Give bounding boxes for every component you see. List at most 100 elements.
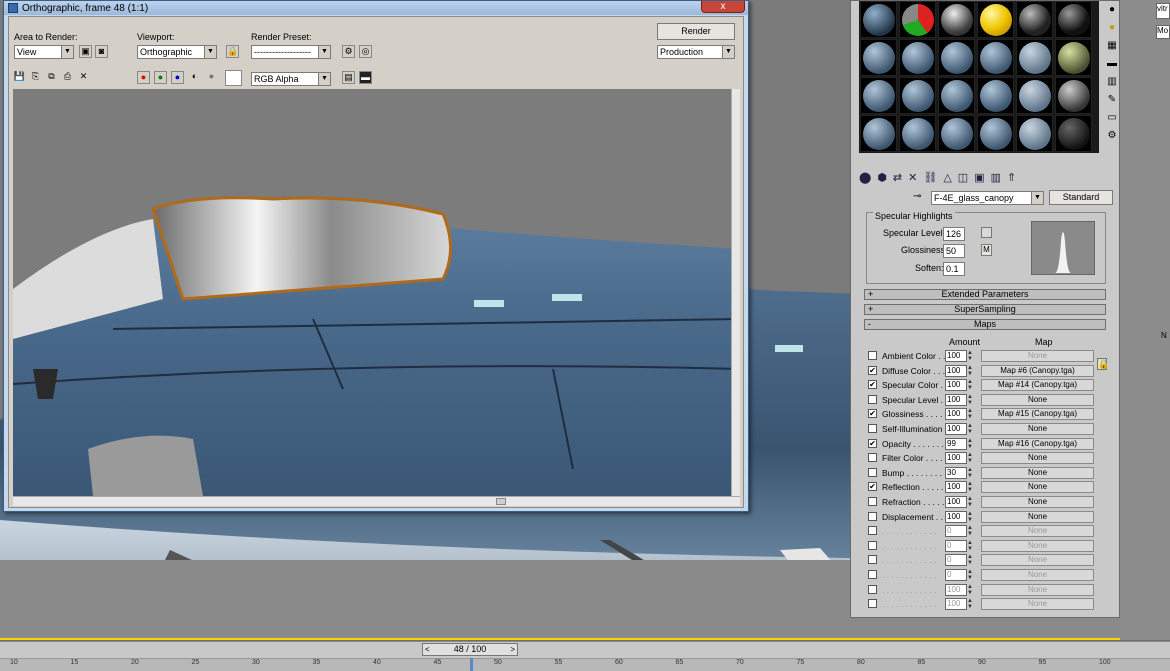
edit-region-icon[interactable]: ▣ [79, 45, 92, 58]
spinner-icon[interactable]: ▲ ▼ [967, 394, 975, 406]
timeline-track[interactable] [0, 658, 1170, 671]
map-button[interactable]: None [981, 539, 1094, 552]
color-swatch-icon[interactable] [225, 70, 242, 86]
sample-slot[interactable] [1058, 80, 1090, 112]
map-button[interactable]: None [981, 496, 1094, 508]
spinner-icon[interactable]: ▲ ▼ [967, 481, 975, 493]
soften-input[interactable]: 0.1 [943, 262, 965, 276]
map-enable-checkbox[interactable]: ✔ [868, 482, 877, 492]
map-enable-checkbox[interactable] [868, 570, 877, 579]
map-enable-checkbox[interactable]: ✔ [868, 365, 877, 375]
map-amount-input[interactable]: 100 [945, 481, 967, 494]
spinner-icon[interactable]: ▲ ▼ [967, 365, 975, 377]
material-id-icon[interactable]: ◫ [958, 172, 974, 184]
horizontal-scrollbar[interactable] [13, 496, 740, 506]
map-button[interactable]: None [981, 452, 1094, 465]
sample-slot[interactable] [980, 80, 1012, 112]
map-amount-input[interactable]: 100 [945, 393, 967, 406]
spinner-icon[interactable]: ▲ ▼ [967, 467, 975, 479]
map-amount-input[interactable]: 100 [945, 510, 967, 523]
map-enable-checkbox[interactable]: ✔ [868, 438, 877, 448]
rollout-supersampling[interactable]: + SuperSampling [864, 304, 1106, 315]
map-enable-checkbox[interactable] [868, 511, 877, 521]
specular-level-map-button[interactable] [981, 227, 992, 238]
vertical-scrollbar[interactable] [731, 89, 740, 496]
spinner-icon[interactable]: ▲ ▼ [967, 408, 975, 420]
rendered-frame-window[interactable]: Orthographic, frame 48 (1:1) x Area to R… [3, 0, 749, 512]
map-button[interactable]: None [981, 423, 1094, 435]
sample-slot[interactable] [980, 4, 1012, 36]
map-button[interactable]: Map #15 (Canopy.tga) [981, 408, 1094, 421]
map-amount-input[interactable]: 100 [945, 423, 967, 435]
map-button[interactable]: None [981, 525, 1094, 538]
spinner-icon[interactable]: ▲ ▼ [967, 584, 975, 596]
options-icon[interactable]: ▭ [1105, 109, 1119, 127]
map-enable-checkbox[interactable] [868, 540, 877, 550]
spinner-icon[interactable]: ▲ ▼ [967, 423, 975, 435]
map-amount-input[interactable]: 100 [945, 379, 967, 392]
map-enable-checkbox[interactable]: ✔ [868, 409, 877, 419]
sample-slot[interactable] [863, 80, 895, 112]
clone-icon[interactable]: ⧉ [45, 71, 58, 84]
blue-channel-icon[interactable]: ● [171, 71, 184, 84]
sample-slot[interactable] [863, 42, 895, 74]
material-type-button[interactable]: Standard [1049, 190, 1113, 205]
map-amount-input[interactable]: 0 [945, 569, 967, 581]
spinner-icon[interactable]: ▲ ▼ [967, 598, 975, 610]
map-button[interactable]: None [981, 554, 1094, 567]
sample-slot[interactable] [863, 118, 895, 150]
timeline[interactable]: < 48 / 100 > 10 15 20 25 30 35 40 45 50 55 60 65 70 7… [0, 641, 1170, 671]
sample-slot[interactable] [941, 42, 973, 74]
time-slider[interactable]: < 48 / 100 > [422, 643, 518, 656]
sample-slot[interactable] [941, 4, 973, 36]
get-material-icon[interactable]: ⬤ [859, 172, 877, 184]
material-nav-icon[interactable]: ⚙ [1105, 127, 1119, 145]
spinner-icon[interactable]: ▲ ▼ [967, 438, 975, 450]
sample-slot[interactable] [902, 42, 934, 74]
sample-slot[interactable] [863, 4, 895, 36]
save-icon[interactable]: 💾 [13, 71, 26, 84]
map-enable-checkbox[interactable] [868, 497, 877, 506]
spinner-icon[interactable]: ▲ ▼ [967, 569, 975, 581]
map-amount-input[interactable]: 30 [945, 466, 967, 479]
channel-display-icon[interactable]: ▬ [359, 71, 372, 84]
map-enable-checkbox[interactable] [868, 424, 877, 433]
production-dropdown[interactable]: Production ▼ [657, 45, 735, 59]
map-button[interactable]: None [981, 481, 1094, 494]
map-enable-checkbox[interactable] [868, 351, 877, 360]
sample-slot[interactable] [1019, 80, 1051, 112]
sample-slot[interactable] [980, 118, 1012, 150]
spinner-icon[interactable]: ▲ ▼ [967, 496, 975, 508]
put-to-library-icon[interactable]: △ [943, 172, 957, 184]
map-enable-checkbox[interactable] [868, 394, 877, 404]
close-button[interactable]: x [701, 1, 745, 13]
sample-slot[interactable] [1019, 42, 1051, 74]
map-amount-input[interactable]: 100 [945, 408, 967, 421]
material-name-field[interactable]: F-4E_glass_canopy ▼ [931, 191, 1044, 205]
map-button[interactable]: None [981, 393, 1094, 406]
specular-level-input[interactable]: 126 [943, 227, 965, 241]
map-amount-input[interactable]: 100 [945, 452, 967, 465]
mono-icon[interactable]: ● [205, 71, 218, 84]
sample-slot[interactable] [1058, 42, 1090, 74]
map-enable-checkbox[interactable] [868, 555, 877, 565]
spinner-icon[interactable]: ▲ ▼ [967, 379, 975, 391]
pick-material-icon[interactable]: ⊸ [913, 191, 925, 203]
render-setup-icon[interactable]: ⚙ [342, 45, 355, 58]
map-amount-input[interactable]: 100 [945, 583, 967, 596]
map-button[interactable]: None [981, 466, 1094, 479]
lock-icon[interactable]: 🔒 [226, 45, 239, 58]
put-to-scene-icon[interactable]: ⬢ [877, 172, 893, 184]
environment-icon[interactable]: ◎ [359, 45, 372, 58]
backlight-icon[interactable]: ● [1105, 19, 1119, 37]
sample-slot[interactable] [902, 80, 934, 112]
map-amount-input[interactable]: 0 [945, 525, 967, 538]
print-icon[interactable]: ⎙ [61, 71, 74, 84]
map-enable-checkbox[interactable] [868, 584, 877, 594]
map-button[interactable]: None [981, 350, 1094, 362]
chevron-right-icon[interactable]: > [510, 644, 515, 655]
map-enable-checkbox[interactable] [868, 599, 877, 609]
auto-region-icon[interactable]: ◙ [95, 45, 108, 58]
map-amount-input[interactable]: 100 [945, 496, 967, 508]
sample-slot[interactable] [902, 4, 934, 36]
